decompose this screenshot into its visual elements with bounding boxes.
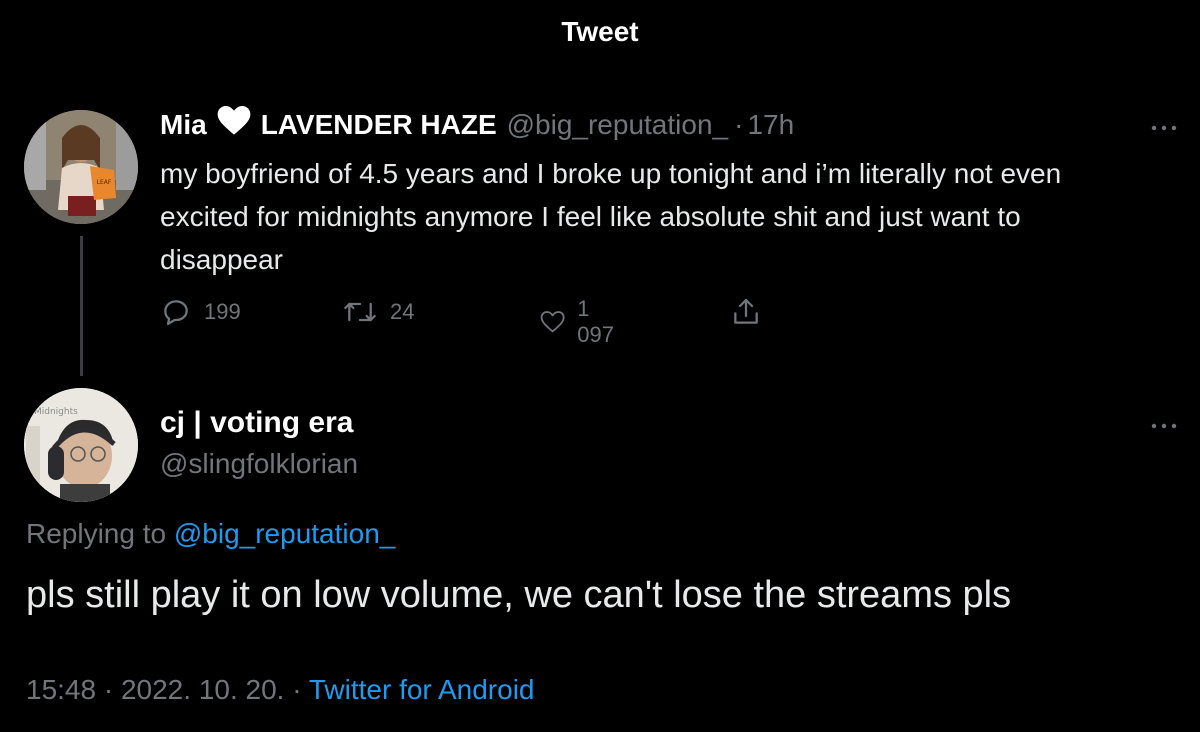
- heart-outline-icon: [540, 311, 565, 333]
- like-count: 1 097: [577, 296, 614, 347]
- share-button[interactable]: [730, 296, 774, 328]
- user-handle[interactable]: @slingfolklorian: [160, 448, 358, 480]
- tweet-source-link[interactable]: Twitter for Android: [309, 674, 535, 705]
- thread-line: [80, 236, 83, 376]
- share-icon: [734, 298, 758, 324]
- display-name-suffix[interactable]: LAVENDER HAZE: [261, 109, 497, 141]
- retweet-button[interactable]: 24: [342, 296, 414, 328]
- avatar-photo: Midnights: [24, 388, 138, 502]
- retweet-count: 24: [390, 299, 415, 324]
- replying-to-link[interactable]: @big_reputation_: [174, 518, 395, 549]
- separator-dot: ·: [292, 674, 302, 705]
- avatar[interactable]: LEAF: [24, 110, 138, 224]
- tweet-date[interactable]: 2022. 10. 20.: [121, 674, 284, 705]
- separator-dot: ·: [103, 674, 114, 705]
- reply-tweet-text: pls still play it on low volume, we can'…: [26, 574, 1012, 616]
- white-heart-icon: [217, 106, 251, 143]
- page-title: Tweet: [561, 16, 639, 47]
- parent-tweet-header: Mia LAVENDER HAZE @big_reputation_ · 17h: [160, 106, 794, 143]
- more-options-icon[interactable]: [1146, 118, 1182, 138]
- display-name[interactable]: cj | voting era: [160, 406, 353, 440]
- separator-dot: ·: [734, 108, 744, 140]
- display-name[interactable]: Mia: [160, 109, 207, 141]
- retweet-icon: [344, 302, 376, 322]
- tweet-time[interactable]: 17h: [747, 109, 794, 141]
- replying-to: Replying to @big_reputation_: [26, 518, 395, 550]
- more-options-icon[interactable]: [1146, 416, 1182, 436]
- reply-icon: [164, 300, 188, 326]
- user-handle[interactable]: @big_reputation_: [507, 109, 728, 141]
- reply-button[interactable]: 199: [160, 296, 241, 328]
- tweet-text: my boyfriend of 4.5 years and I broke up…: [160, 158, 1062, 275]
- avatar-photo: LEAF: [24, 110, 138, 224]
- avatar[interactable]: Midnights: [24, 388, 138, 502]
- replying-to-label: Replying to: [26, 518, 167, 549]
- reply-count: 199: [204, 299, 241, 324]
- svg-text:LEAF: LEAF: [97, 179, 112, 186]
- avatar-caption: Midnights: [34, 407, 78, 417]
- like-button[interactable]: 1 097: [540, 296, 621, 348]
- tweet-timestamp[interactable]: 15:48: [26, 674, 96, 705]
- tweet-metadata: 15:48 · 2022. 10. 20. · Twitter for Andr…: [26, 674, 535, 706]
